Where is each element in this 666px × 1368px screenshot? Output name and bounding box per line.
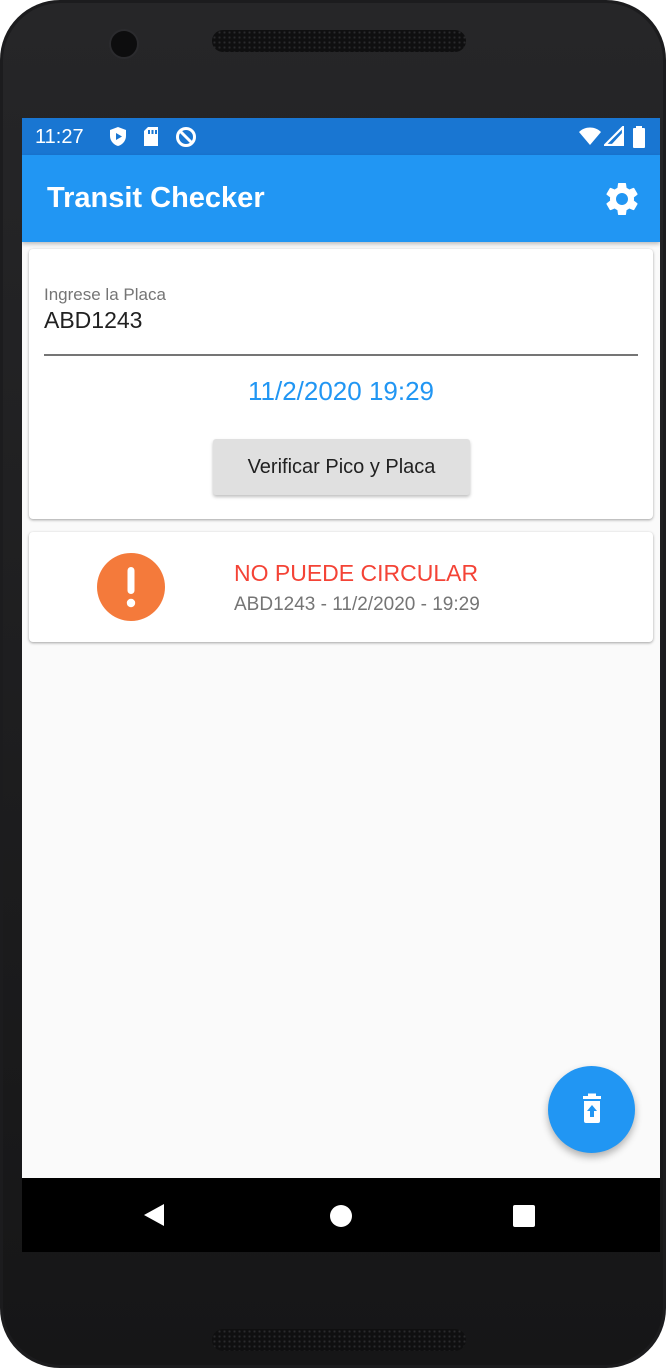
nav-home-button[interactable] — [328, 1203, 354, 1229]
app-bar: Transit Checker — [22, 155, 660, 242]
status-bar: 11:27 — [22, 118, 660, 155]
data-saver-icon — [176, 127, 196, 147]
gear-icon — [606, 183, 638, 215]
delete-restore-icon — [583, 1093, 601, 1123]
battery-icon — [633, 126, 645, 148]
wifi-icon — [579, 127, 601, 145]
sd-card-icon — [144, 127, 158, 146]
app-screen: 11:27 Transit Checker Ingrese la Placa A… — [22, 118, 660, 1252]
exclamation-icon — [97, 553, 165, 621]
square-recents-icon — [513, 1205, 535, 1227]
result-detail: ABD1243 - 11/2/2020 - 19:29 — [234, 594, 480, 615]
clear-history-fab[interactable] — [548, 1066, 635, 1153]
settings-button[interactable] — [602, 179, 642, 219]
result-list-item[interactable]: NO PUEDE CIRCULAR ABD1243 - 11/2/2020 - … — [29, 532, 653, 642]
front-camera — [109, 29, 139, 59]
verify-button[interactable]: Verificar Pico y Placa — [213, 439, 470, 495]
top-speaker — [212, 30, 466, 52]
cell-signal-icon — [604, 126, 624, 146]
nav-back-button[interactable] — [140, 1200, 170, 1230]
plate-field-label: Ingrese la Placa — [44, 285, 166, 304]
play-protect-icon — [110, 127, 126, 146]
plate-input-underline — [44, 354, 638, 356]
circle-home-icon — [330, 1205, 352, 1227]
phone-frame: 11:27 Transit Checker Ingrese la Placa A… — [0, 0, 666, 1368]
status-time: 11:27 — [35, 126, 84, 148]
nav-recents-button[interactable] — [511, 1203, 537, 1229]
plate-input-card: Ingrese la Placa 11/2/2020 19:29 Verific… — [29, 249, 653, 519]
triangle-back-icon — [144, 1204, 164, 1226]
system-nav-bar — [22, 1178, 660, 1252]
bottom-speaker — [212, 1329, 466, 1351]
app-title: Transit Checker — [47, 182, 265, 214]
datetime-display[interactable]: 11/2/2020 19:29 — [29, 376, 653, 407]
result-status: NO PUEDE CIRCULAR — [234, 560, 479, 586]
plate-input[interactable] — [44, 307, 638, 334]
